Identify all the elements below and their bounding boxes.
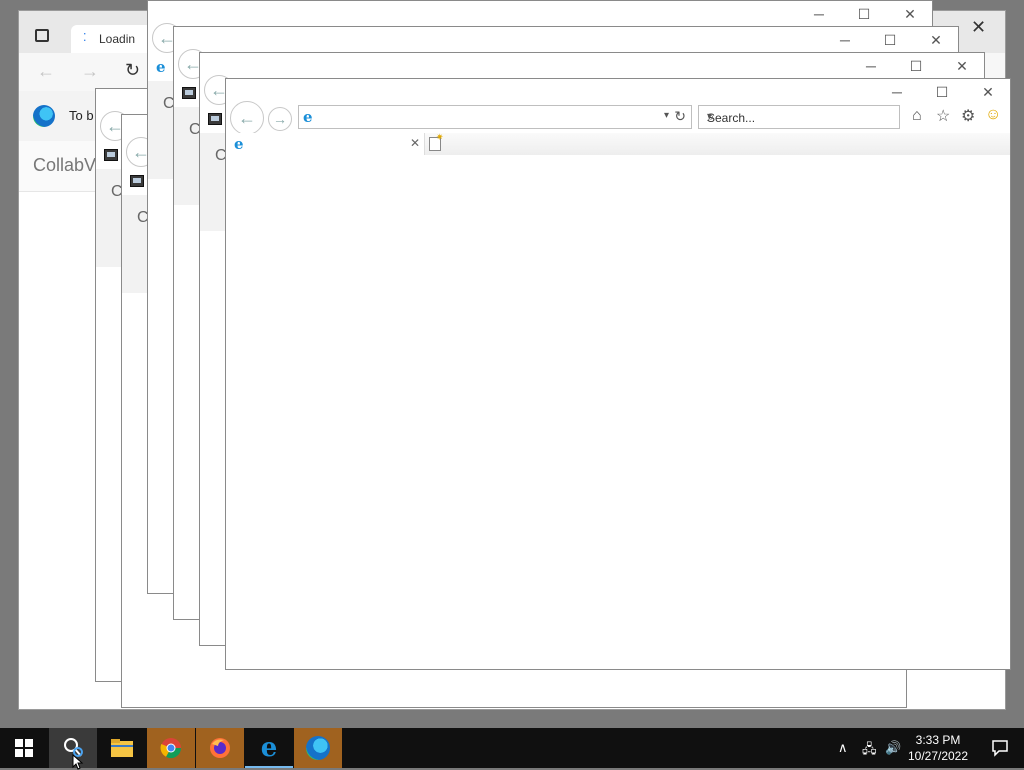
close-icon[interactable]: ✕ xyxy=(975,79,1001,105)
ie-tab-icon: e xyxy=(234,135,244,153)
notification-icon xyxy=(992,740,1008,757)
chrome-icon xyxy=(160,738,182,759)
minimize-icon[interactable]: ─ xyxy=(858,53,884,79)
close-icon[interactable]: ✕ xyxy=(949,53,975,79)
firefox-button[interactable] xyxy=(196,728,244,768)
ie-logo-icon: e xyxy=(156,58,166,76)
refresh-icon[interactable]: ↻ xyxy=(674,108,686,125)
computer-icon xyxy=(130,175,144,187)
clock[interactable]: 3:33 PM 10/27/2022 xyxy=(906,732,970,764)
feedback-smiley-icon[interactable]: ☺ xyxy=(985,106,1001,124)
edge-close-icon[interactable]: ✕ xyxy=(971,17,986,38)
action-center-button[interactable] xyxy=(976,728,1024,768)
computer-icon xyxy=(208,113,222,125)
search-dropdown-icon[interactable]: ▾ xyxy=(707,111,891,122)
edge-taskbar-icon xyxy=(306,736,330,760)
clock-date: 10/27/2022 xyxy=(907,749,969,763)
taskbar: e ∧ 🖧 🔊 3:33 PM 10/27/2022 xyxy=(0,728,1024,768)
computer-icon xyxy=(182,87,196,99)
chrome-button[interactable] xyxy=(147,728,195,768)
ie-tab[interactable]: e ✕ xyxy=(226,133,425,155)
ie-logo-icon: e xyxy=(303,108,313,126)
folder-icon xyxy=(111,739,133,757)
minimize-icon[interactable]: ─ xyxy=(884,79,910,105)
home-icon[interactable]: ⌂ xyxy=(912,107,922,125)
maximize-icon[interactable]: ☐ xyxy=(929,79,955,105)
close-icon[interactable]: ✕ xyxy=(923,27,949,53)
favorites-icon[interactable]: ☆ xyxy=(936,106,950,126)
maximize-icon[interactable]: ☐ xyxy=(903,53,929,79)
edge-tab-title: Loadin xyxy=(99,32,136,46)
windows-logo-icon xyxy=(15,739,33,757)
tab-close-icon[interactable]: ✕ xyxy=(410,136,420,150)
address-dropdown-icon[interactable]: ▾ xyxy=(664,110,669,121)
loading-icon: ⁚ xyxy=(83,32,87,44)
page-text: CollabV xyxy=(33,155,97,175)
edge-logo-icon xyxy=(33,105,55,127)
network-icon[interactable]: 🖧 xyxy=(862,740,877,762)
refresh-icon[interactable]: ↻ xyxy=(125,60,140,81)
start-button[interactable] xyxy=(0,728,48,768)
close-icon[interactable]: ✕ xyxy=(897,1,923,27)
ie-forward-button[interactable]: → xyxy=(268,107,292,131)
search-box[interactable]: Search... ⌕ ▾ xyxy=(698,105,900,129)
info-text: To b xyxy=(69,108,94,123)
settings-gear-icon[interactable]: ⚙ xyxy=(961,106,975,126)
file-explorer-button[interactable] xyxy=(98,728,146,768)
volume-icon[interactable]: 🔊 xyxy=(885,740,901,756)
firefox-icon xyxy=(210,738,230,758)
ie-back-button[interactable]: ← xyxy=(230,101,264,135)
new-tab-icon[interactable]: ✷ xyxy=(429,132,444,151)
computer-icon xyxy=(104,149,118,161)
address-bar[interactable]: e ▾ ↻ xyxy=(298,105,692,129)
forward-icon[interactable]: → xyxy=(81,61,99,82)
internet-explorer-button[interactable]: e xyxy=(245,728,293,768)
minimize-icon[interactable]: ─ xyxy=(832,27,858,53)
edge-button[interactable] xyxy=(294,728,342,768)
ie-taskbar-icon: e xyxy=(260,733,278,763)
tab-actions-icon[interactable] xyxy=(35,29,49,42)
clock-time: 3:33 PM xyxy=(915,733,961,747)
maximize-icon[interactable]: ☐ xyxy=(851,1,877,27)
maximize-icon[interactable]: ☐ xyxy=(877,27,903,53)
minimize-icon[interactable]: ─ xyxy=(806,1,832,27)
ie-window-front: ─ ☐ ✕ ← → e ▾ ↻ Search... ⌕ ▾ ⌂ ☆ ⚙ ☺ e … xyxy=(225,78,1011,670)
show-hidden-icons-icon[interactable]: ∧ xyxy=(838,740,848,756)
back-icon[interactable]: ← xyxy=(37,61,55,82)
